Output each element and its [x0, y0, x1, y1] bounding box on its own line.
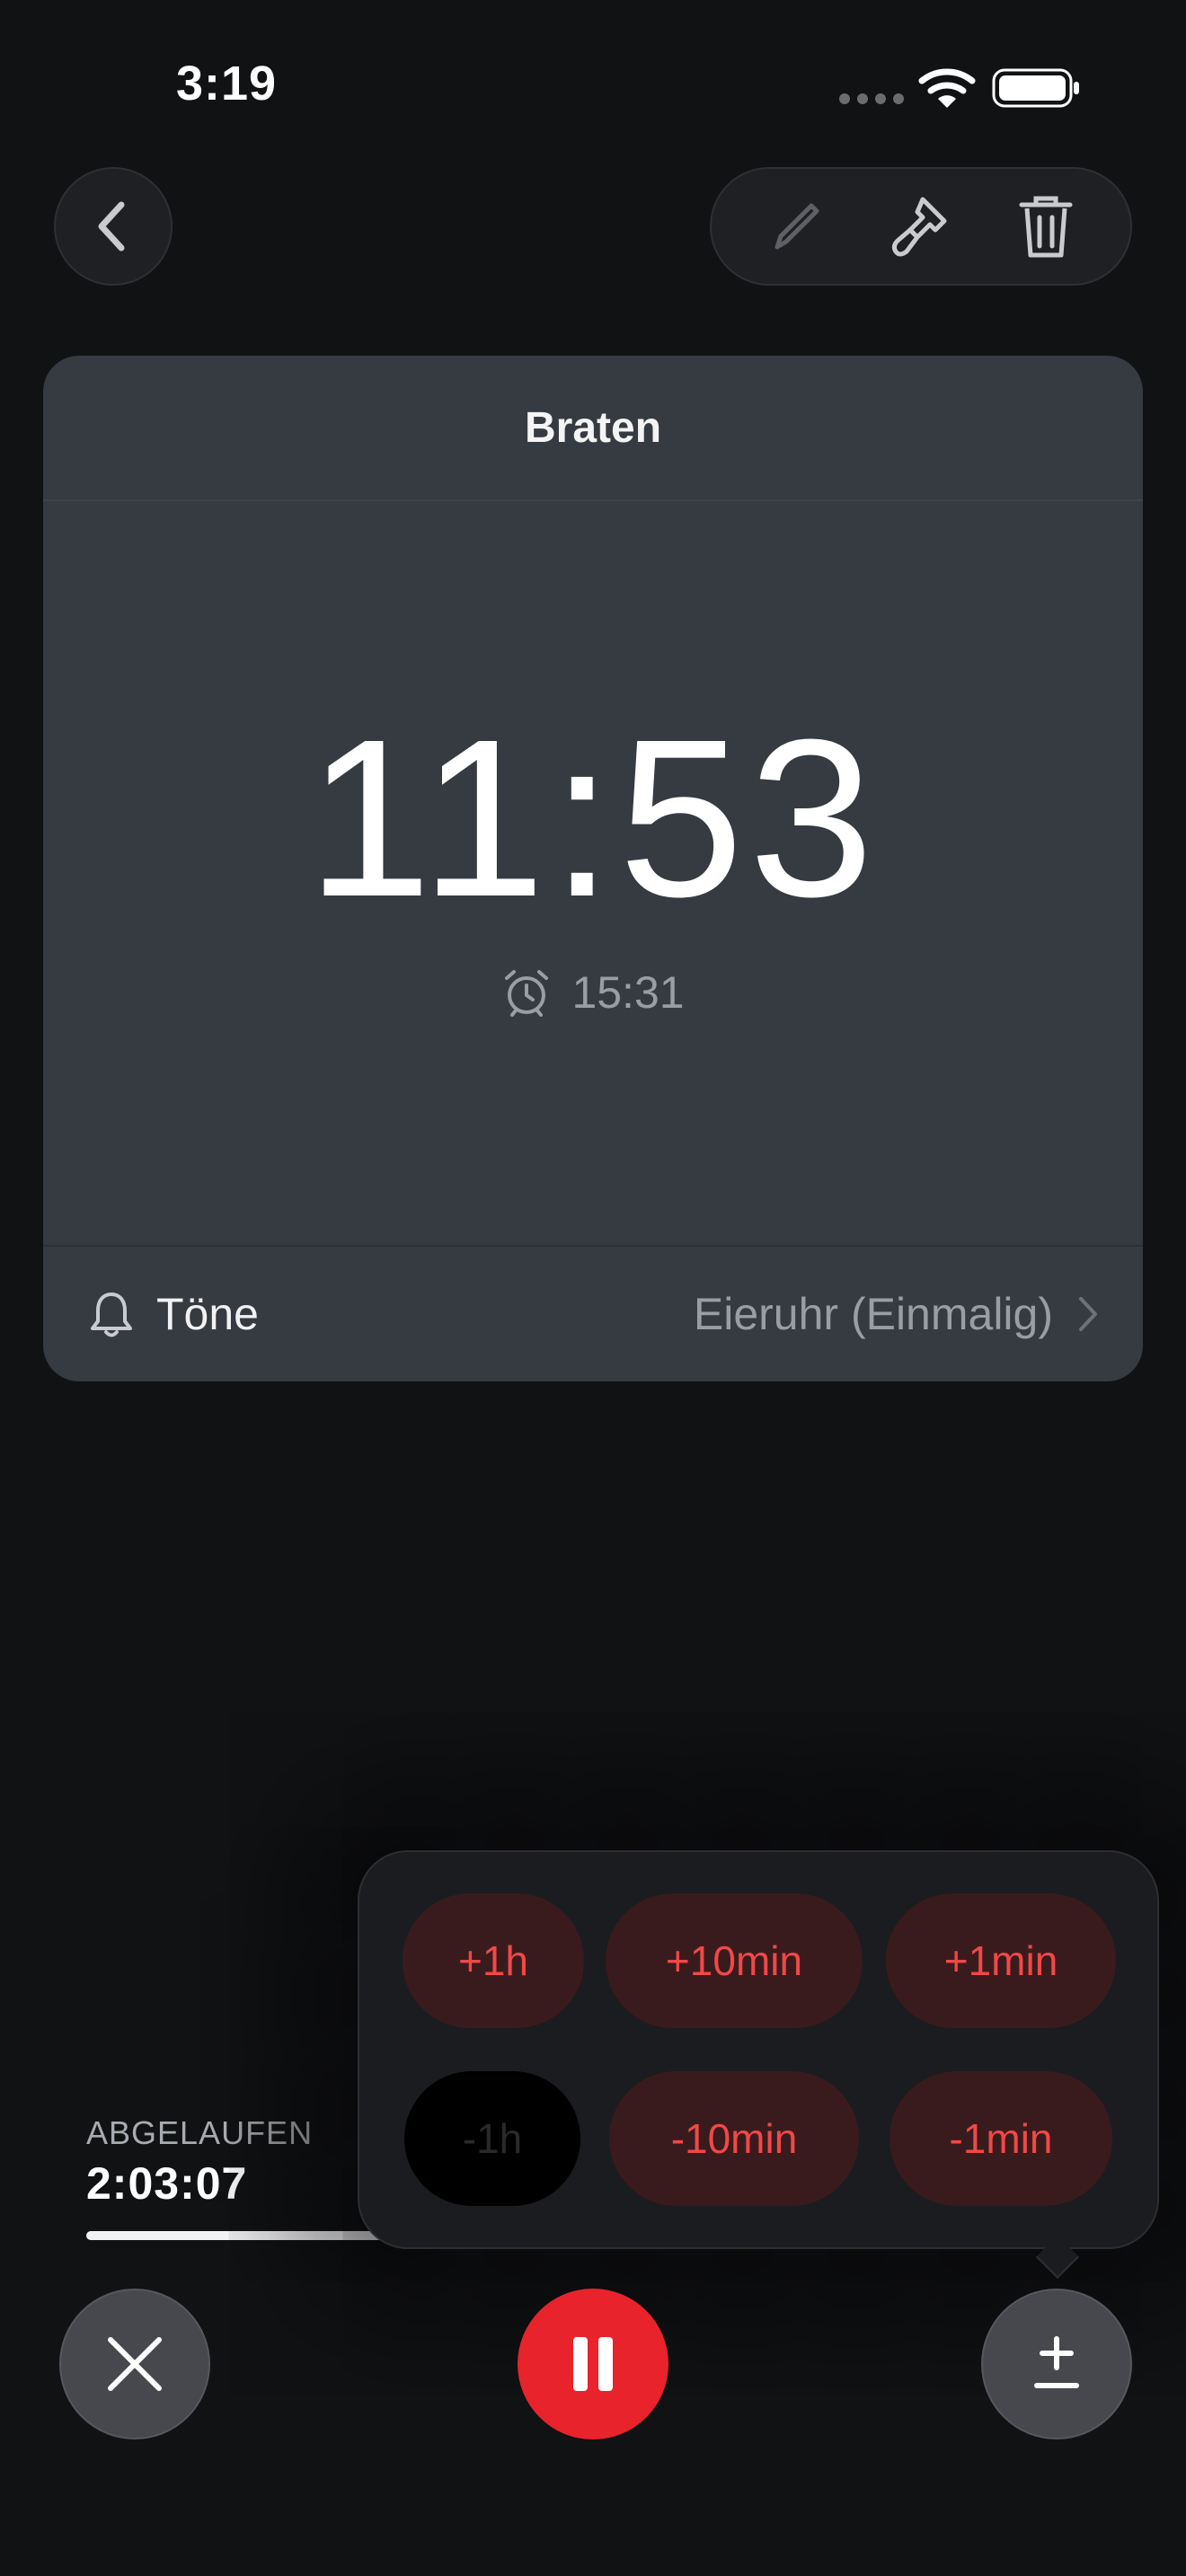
pencil-icon	[774, 203, 819, 250]
battery-icon	[992, 68, 1079, 108]
paintbrush-icon	[891, 197, 947, 257]
wifi-icon	[918, 68, 976, 108]
edit-button[interactable]	[751, 181, 841, 271]
chevron-right-icon	[1079, 1297, 1097, 1331]
tones-label: Töne	[156, 1289, 259, 1339]
toolbar	[710, 167, 1132, 286]
chevron-left-icon	[98, 201, 125, 251]
alarm-clock-icon	[505, 970, 549, 1017]
trash-icon	[1019, 196, 1073, 258]
pause-button[interactable]	[518, 2289, 668, 2439]
add-1min-button[interactable]: +1min	[886, 1893, 1116, 2028]
add-10min-button[interactable]: +10min	[606, 1893, 863, 2028]
timer-card: Braten 11:53 15:31 Töne Eieruhr (Einmali…	[43, 356, 1143, 1381]
timer-detail-screen: 3:19 Braten 11:53 15:31 Töne Eieruhr (Ei…	[0, 0, 1186, 2576]
elapsed-value: 2:03:07	[86, 2158, 248, 2209]
tones-row[interactable]: Töne Eieruhr (Einmalig)	[43, 1245, 1143, 1381]
subtract-10min-button[interactable]: -10min	[609, 2071, 859, 2206]
elapsed-caption: ABGELAUFEN	[86, 2114, 314, 2151]
pause-icon	[573, 2337, 613, 2391]
remaining-time: 11:53	[306, 693, 880, 943]
delete-button[interactable]	[1001, 181, 1091, 271]
bell-icon	[91, 1292, 132, 1337]
cancel-timer-button[interactable]	[59, 2289, 210, 2439]
plus-minus-icon	[1034, 2336, 1079, 2388]
alarm-time-row: 15:31	[43, 966, 1143, 1019]
adjust-popover: +1h +10min +1min -1h -10min -1min	[358, 1850, 1159, 2249]
tones-value: Eieruhr (Einmalig)	[693, 1289, 1053, 1339]
color-button[interactable]	[876, 181, 966, 271]
adjust-time-button[interactable]	[981, 2289, 1132, 2439]
add-1h-button[interactable]: +1h	[403, 1893, 584, 2028]
back-button[interactable]	[54, 167, 173, 286]
alarm-time: 15:31	[571, 967, 685, 1018]
close-icon	[108, 2337, 162, 2391]
subtract-1min-button[interactable]: -1min	[890, 2071, 1112, 2206]
cellular-signal-icon	[839, 93, 904, 104]
status-time: 3:19	[176, 57, 278, 110]
timer-title: Braten	[43, 356, 1143, 501]
subtract-1h-button[interactable]: -1h	[404, 2071, 580, 2206]
